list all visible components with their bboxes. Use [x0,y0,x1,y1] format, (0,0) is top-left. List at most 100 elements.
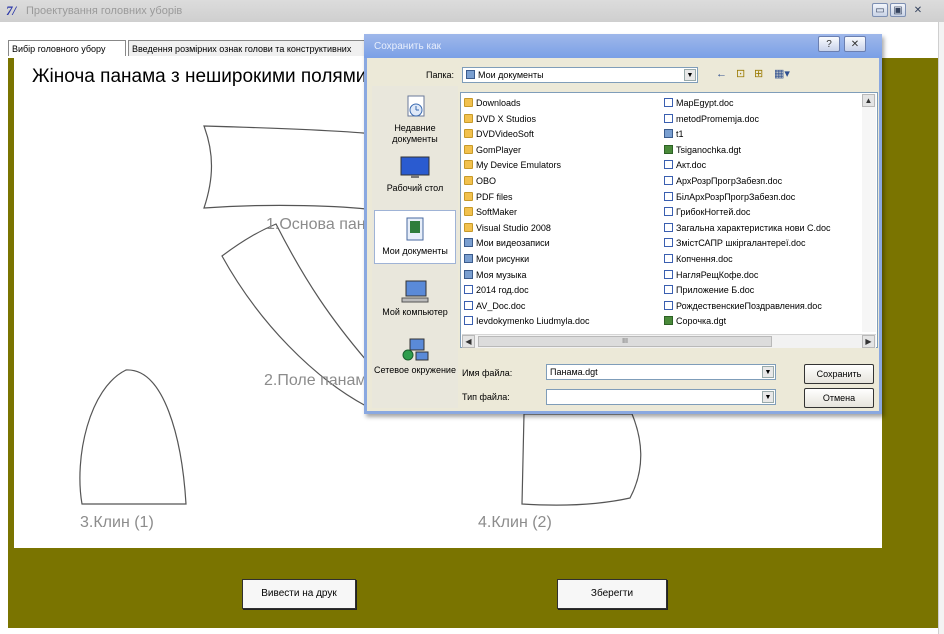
file-name: НагляРещКофе.doc [676,269,759,280]
hscroll-thumb[interactable]: III [478,336,772,347]
scroll-up-icon[interactable]: ▲ [862,94,875,107]
file-name: РождественскиеПоздравления.doc [676,300,822,311]
file-item[interactable]: РождественскиеПоздравления.doc [664,299,860,314]
network-places-icon [402,338,429,361]
file-item[interactable]: ЗмістСАПР шкіргалантереї.doc [664,236,860,251]
place-my-computer[interactable]: Мой компьютер [372,280,458,318]
tab-bar: Вибір головного убору Введення розмірних… [8,40,370,57]
file-item[interactable]: Загальна характеристика нови С.doc [664,221,860,236]
vertical-scrollbar[interactable]: ▲ [862,94,876,332]
file-name: PDF files [476,191,513,202]
file-item[interactable]: Копчення.doc [664,252,860,267]
file-item[interactable]: OBO [464,174,660,189]
file-item[interactable]: SoftMaker [464,205,660,220]
file-item[interactable]: БілАрхРозрПрогрЗабезп.doc [664,190,860,205]
dialog-cancel-button[interactable]: Отмена [804,388,874,408]
part-label-wedge-2: 4.Клин (2) [478,514,552,531]
file-name: metodPromemja.doc [676,113,760,124]
dialog-save-button[interactable]: Сохранить [804,364,874,384]
filename-input[interactable]: Панама.dgt ▼ [546,364,776,380]
file-item[interactable]: Мои рисунки [464,252,660,267]
file-name: AV_Doc.doc [476,300,526,311]
system-folder-icon [464,254,473,263]
doc-file-icon [464,285,473,295]
file-item[interactable]: Сорочка.dgt [664,314,860,329]
file-item[interactable]: DVD X Studios [464,112,660,127]
file-item[interactable]: GomPlayer [464,143,660,158]
file-item[interactable]: My Device Emulators [464,158,660,173]
place-recent-documents[interactable]: Недавние документы [372,94,458,145]
doc-file-icon [464,316,473,326]
doc-file-icon [664,300,673,310]
back-icon[interactable]: ← [716,68,727,80]
horizontal-scrollbar[interactable]: ◀ III ▶ [462,334,876,348]
scroll-left-icon[interactable]: ◀ [462,335,475,348]
file-item[interactable]: 2014 год.doc [464,283,660,298]
tab-headwear-choice[interactable]: Вибір головного убору [8,40,126,56]
file-item[interactable]: MapEgypt.doc [664,96,860,111]
file-item[interactable]: AV_Doc.doc [464,299,660,314]
file-item[interactable]: Акт.doc [664,158,860,173]
part-label-brim: 2.Поле панам [264,372,367,389]
file-item[interactable]: t1 [664,127,860,142]
file-item[interactable]: Visual Studio 2008 [464,221,660,236]
chevron-down-icon[interactable]: ▼ [762,366,774,378]
pattern-piece-crown-base [203,125,375,211]
maximize-button[interactable]: ▣ [890,3,906,17]
file-item[interactable]: Приложение Б.doc [664,283,860,298]
file-name: My Device Emulators [476,160,562,171]
print-button[interactable]: Вивести на друк [242,579,356,609]
file-item[interactable]: DVDVideoSoft [464,127,660,142]
doc-file-icon [664,98,673,107]
filetype-label: Тип файла: [462,392,510,402]
file-item[interactable]: Мои видеозаписи [464,236,660,251]
window-right-border [938,22,944,634]
file-item[interactable]: Ievdokymenko Liudmyla.doc [464,314,660,329]
place-label: Мои документы [382,246,448,256]
file-name: Downloads [476,98,521,108]
pattern-piece-wedge-1 [79,369,187,505]
folder-icon [464,113,473,123]
close-button[interactable]: ✕ [910,3,926,17]
file-item[interactable]: ГрибокНогтей.doc [664,205,860,220]
file-name: Моя музыка [476,269,527,280]
place-network[interactable]: Сетевое окружение [372,338,458,376]
file-item[interactable]: Моя музыка [464,268,660,283]
new-folder-icon[interactable]: ⊞ [754,67,763,80]
filetype-select[interactable]: ▼ [546,389,776,405]
dialog-help-button[interactable]: ? [818,36,840,52]
place-label: Сетевое окружение [374,365,456,375]
file-name: АрхРозрПрогрЗабезп.doc [676,176,783,186]
tab-head-measurements[interactable]: Введення розмірних ознак голови та конст… [128,40,370,56]
minimize-button[interactable]: ▭ [872,3,888,17]
file-item[interactable]: АрхРозрПрогрЗабезп.doc [664,174,860,189]
file-name: Мои видеозаписи [476,238,550,249]
dialog-title: Сохранить как [374,41,442,52]
place-my-documents[interactable]: Мои документы [374,210,456,264]
folder-icon [464,160,473,170]
file-name: ЗмістСАПР шкіргалантереї.doc [676,238,806,249]
dialog-close-button[interactable]: ✕ [844,36,866,52]
file-name: 2014 год.doc [476,285,529,296]
file-item[interactable]: Downloads [464,96,660,111]
scroll-right-icon[interactable]: ▶ [862,335,875,348]
chevron-down-icon[interactable]: ▼ [684,69,696,81]
system-folder-icon [464,269,473,279]
file-item[interactable]: metodPromemja.doc [664,112,860,127]
up-folder-icon[interactable]: ⊡ [736,67,745,80]
file-item[interactable]: НагляРещКофе.doc [664,268,860,283]
file-item[interactable]: PDF files [464,190,660,205]
folder-select[interactable]: Мои документы ▼ [462,67,698,83]
file-item[interactable]: Tsiganochka.dgt [664,143,860,158]
folder-icon [464,207,473,217]
view-menu-icon[interactable]: ▦▾ [774,67,790,80]
folder-icon [464,191,473,201]
my-documents-icon [406,217,424,241]
doc-file-icon [464,300,473,310]
recent-documents-icon [407,95,425,117]
save-pattern-button[interactable]: Зберегти [557,579,667,609]
file-name: OBO [476,176,497,186]
place-desktop[interactable]: Рабочий стол [372,156,458,194]
folder-select-value: Мои документы [478,70,544,80]
chevron-down-icon[interactable]: ▼ [762,391,774,403]
